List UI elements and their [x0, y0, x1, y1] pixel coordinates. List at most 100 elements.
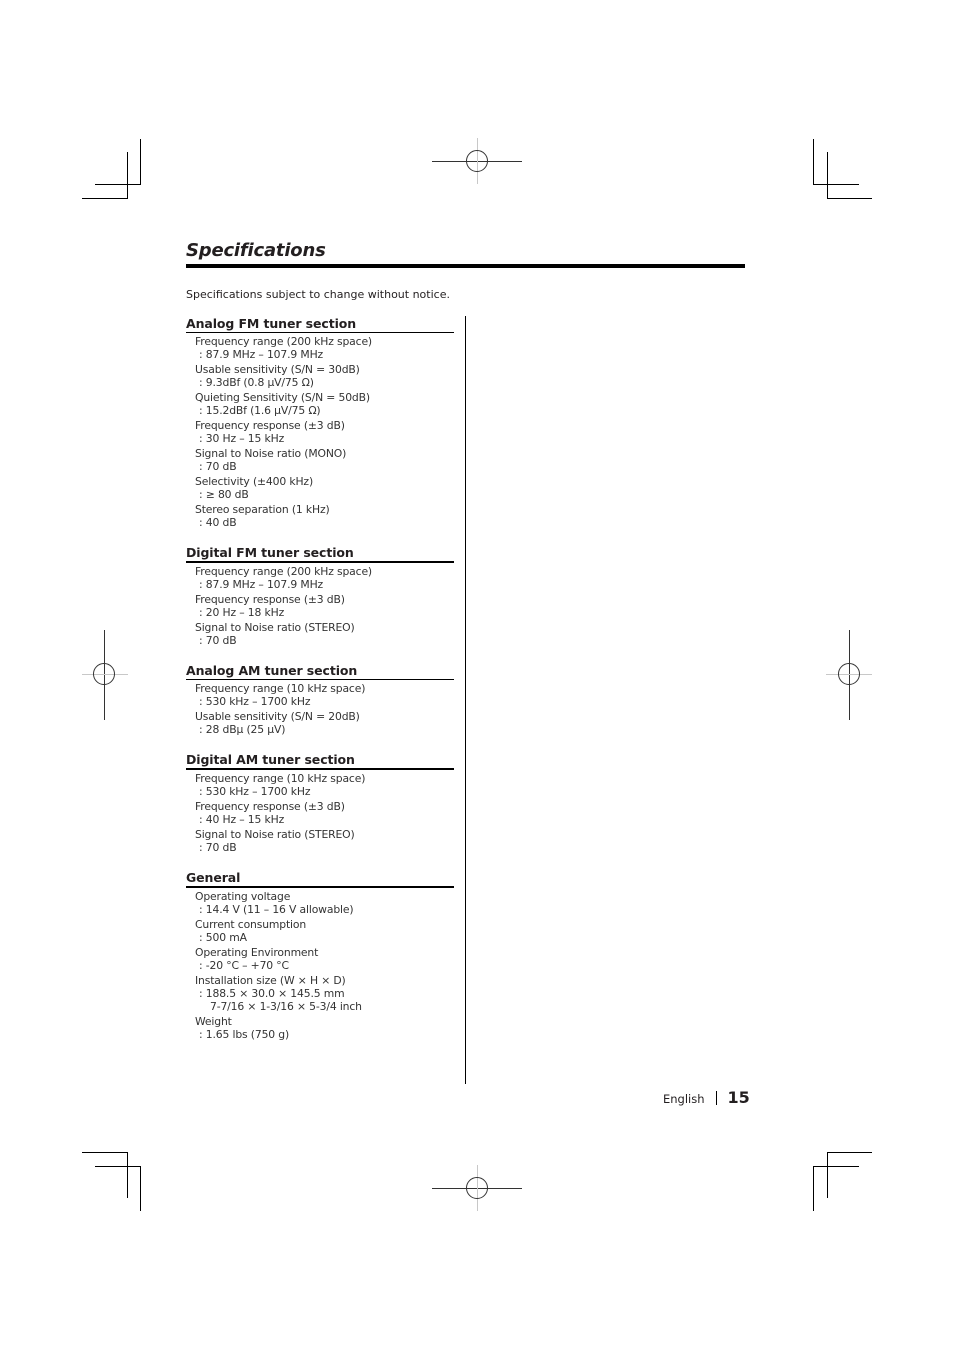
- spec-label: Frequency response (±3 dB): [195, 593, 345, 606]
- spec-item: Signal to Noise ratio (STEREO): 70 dB: [195, 828, 454, 854]
- crop-line: [95, 1166, 141, 1167]
- spec-label: Frequency response (±3 dB): [195, 419, 345, 432]
- spec-item: Frequency response (±3 dB): 30 Hz – 15 k…: [195, 419, 454, 445]
- spec-label: Weight: [195, 1015, 232, 1028]
- spec-item: Current consumption: 500 mA: [195, 918, 454, 944]
- spec-value: : 70 dB: [199, 841, 237, 854]
- title-rule: [186, 264, 745, 268]
- spec-label: Installation size (W × H × D): [195, 974, 346, 987]
- spec-value: : 20 Hz – 18 kHz: [199, 606, 285, 619]
- section-title: Analog FM tuner section: [186, 316, 454, 333]
- spec-label: Stereo separation (1 kHz): [195, 503, 330, 516]
- spec-value: : 87.9 MHz – 107.9 MHz: [199, 348, 324, 361]
- spec-item: Stereo separation (1 kHz): 40 dB: [195, 503, 454, 529]
- spec-label: Frequency range (200 kHz space): [195, 565, 372, 578]
- spec-value: : 28 dBµ (25 µV): [199, 723, 286, 736]
- spec-label: Operating Environment: [195, 946, 319, 959]
- section-title: Digital FM tuner section: [186, 545, 454, 563]
- spec-label: Signal to Noise ratio (MONO): [195, 447, 347, 460]
- intro-note: Specifications subject to change without…: [186, 288, 450, 301]
- reg-circle: [93, 663, 115, 685]
- spec-item: Frequency response (±3 dB): 20 Hz – 18 k…: [195, 593, 454, 619]
- crop-line: [140, 139, 141, 185]
- spec-value: : 188.5 × 30.0 × 145.5 mm: [199, 987, 345, 1000]
- section-title: Analog AM tuner section: [186, 663, 454, 680]
- footer-separator: [715, 1091, 717, 1105]
- section-title: Digital AM tuner section: [186, 752, 454, 770]
- crop-line: [813, 1166, 814, 1211]
- spec-value: : 70 dB: [199, 460, 237, 473]
- spec-value: : 40 dB: [199, 516, 237, 529]
- spec-item: Usable sensitivity (S/N = 20dB): 28 dBµ …: [195, 710, 454, 736]
- spec-label: Current consumption: [195, 918, 307, 931]
- spec-value-secondary: 7-7/16 × 1-3/16 × 5-3/4 inch: [210, 1000, 362, 1013]
- spec-label: Frequency range (10 kHz space): [195, 682, 366, 695]
- spec-value: : 14.4 V (11 – 16 V allowable): [199, 903, 354, 916]
- spec-label: Signal to Noise ratio (STEREO): [195, 828, 355, 841]
- spec-value: : 500 mA: [199, 931, 247, 944]
- spec-value: : 530 kHz – 1700 kHz: [199, 695, 311, 708]
- column-divider: [465, 316, 466, 1084]
- spec-value: : -20 °C – +70 °C: [199, 959, 289, 972]
- section-digital-fm: Digital FM tuner section Frequency range…: [186, 545, 454, 647]
- crop-line: [82, 198, 128, 199]
- spec-value: : 15.2dBf (1.6 µV/75 Ω): [199, 404, 321, 417]
- spec-item: Signal to Noise ratio (MONO): 70 dB: [195, 447, 454, 473]
- spec-value: : 9.3dBf (0.8 µV/75 Ω): [199, 376, 314, 389]
- spec-item: Selectivity (±400 kHz): ≥ 80 dB: [195, 475, 454, 501]
- spec-list: Frequency range (200 kHz space): 87.9 MH…: [186, 333, 454, 529]
- spec-value: : 70 dB: [199, 634, 237, 647]
- section-analog-am: Analog AM tuner section Frequency range …: [186, 663, 454, 736]
- spec-item: Frequency range (10 kHz space): 530 kHz …: [195, 682, 454, 708]
- spec-item: Frequency range (10 kHz space): 530 kHz …: [195, 772, 454, 798]
- crop-line: [827, 198, 872, 199]
- spec-item: Weight: 1.65 lbs (750 g): [195, 1015, 454, 1041]
- spec-label: Operating voltage: [195, 890, 291, 903]
- reg-circle: [838, 663, 860, 685]
- crop-line: [813, 1166, 859, 1167]
- crop-line: [95, 184, 141, 185]
- crop-line: [827, 1152, 828, 1198]
- spec-label: Quieting Sensitivity (S/N = 50dB): [195, 391, 370, 404]
- footer-language: English: [663, 1092, 705, 1106]
- spec-item: Usable sensitivity (S/N = 30dB): 9.3dBf …: [195, 363, 454, 389]
- spec-list: Operating voltage: 14.4 V (11 – 16 V all…: [186, 888, 454, 1041]
- spec-item: Operating Environment: -20 °C – +70 °C: [195, 946, 454, 972]
- reg-circle: [466, 1177, 488, 1199]
- section-general: General Operating voltage: 14.4 V (11 – …: [186, 870, 454, 1041]
- spec-item: Installation size (W × H × D): 188.5 × 3…: [195, 974, 454, 1013]
- section-digital-am: Digital AM tuner section Frequency range…: [186, 752, 454, 854]
- spec-value: : 40 Hz – 15 kHz: [199, 813, 285, 826]
- crop-line: [813, 184, 859, 185]
- reg-circle: [466, 150, 488, 172]
- crop-line: [82, 1152, 128, 1153]
- spec-value: : 87.9 MHz – 107.9 MHz: [199, 578, 324, 591]
- spec-label: Signal to Noise ratio (STEREO): [195, 621, 355, 634]
- spec-value: : 1.65 lbs (750 g): [199, 1028, 290, 1041]
- spec-label: Selectivity (±400 kHz): [195, 475, 314, 488]
- spec-item: Operating voltage: 14.4 V (11 – 16 V all…: [195, 890, 454, 916]
- spec-value: : 530 kHz – 1700 kHz: [199, 785, 311, 798]
- page-footer: English 15: [663, 1088, 750, 1107]
- section-title: General: [186, 870, 454, 888]
- spec-value: : ≥ 80 dB: [199, 488, 249, 501]
- spec-item: Quieting Sensitivity (S/N = 50dB): 15.2d…: [195, 391, 454, 417]
- spec-label: Frequency range (10 kHz space): [195, 772, 366, 785]
- section-analog-fm: Analog FM tuner section Frequency range …: [186, 316, 454, 529]
- spec-list: Frequency range (200 kHz space): 87.9 MH…: [186, 563, 454, 647]
- spec-label: Usable sensitivity (S/N = 30dB): [195, 363, 360, 376]
- spec-label: Frequency range (200 kHz space): [195, 335, 372, 348]
- spec-item: Frequency range (200 kHz space): 87.9 MH…: [195, 335, 454, 361]
- crop-line: [127, 152, 128, 198]
- spec-item: Frequency response (±3 dB): 40 Hz – 15 k…: [195, 800, 454, 826]
- spec-item: Frequency range (200 kHz space): 87.9 MH…: [195, 565, 454, 591]
- spec-label: Usable sensitivity (S/N = 20dB): [195, 710, 360, 723]
- crop-line: [813, 139, 814, 185]
- specifications-column: Analog FM tuner section Frequency range …: [186, 316, 454, 1057]
- crop-line: [827, 1152, 872, 1153]
- page-number: 15: [727, 1088, 750, 1107]
- crop-line: [827, 152, 828, 198]
- crop-line: [127, 1152, 128, 1198]
- crop-line: [140, 1166, 141, 1211]
- spec-value: : 30 Hz – 15 kHz: [199, 432, 285, 445]
